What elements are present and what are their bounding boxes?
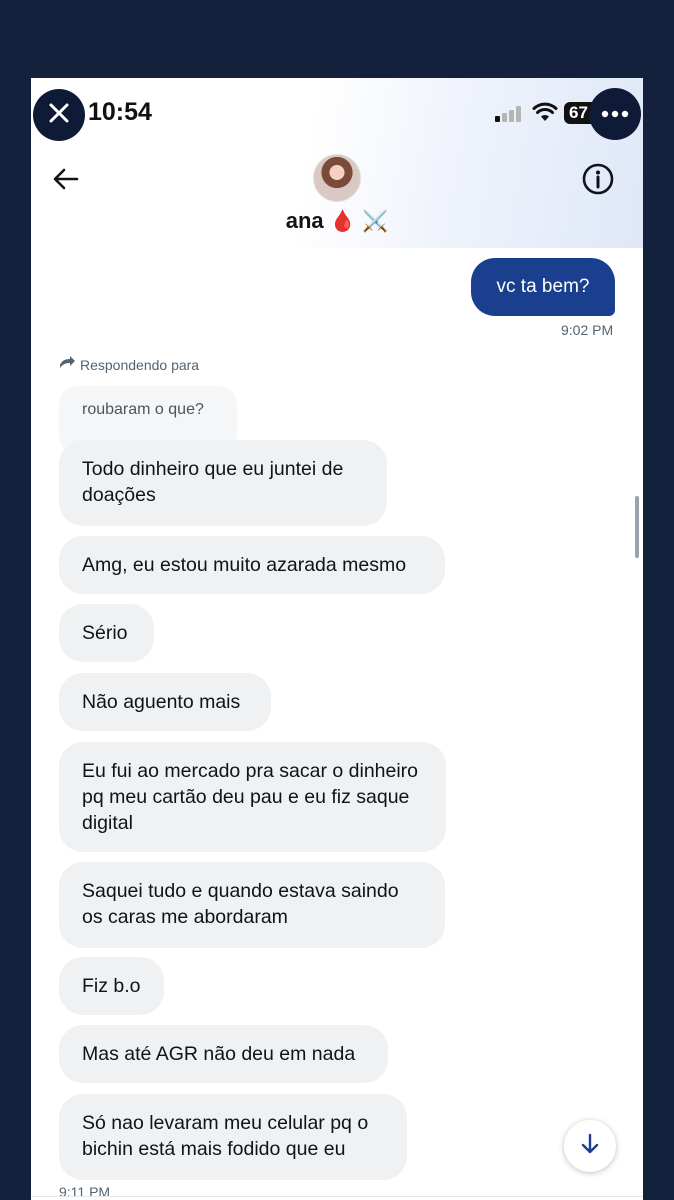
message-timestamp: 9:02 PM (561, 322, 614, 338)
incoming-message[interactable]: Só nao levaram meu celular pq o bichin e… (59, 1094, 407, 1180)
blood-drop-emoji: 🩸 (329, 210, 356, 233)
incoming-message[interactable]: Não aguento mais (59, 673, 271, 731)
dm-screen: 10:54 67 ana 🩸 ⚔️ vc ta bem? 9:02 PM Res… (31, 78, 643, 1200)
incoming-message[interactable]: Sério (59, 604, 154, 662)
incoming-message[interactable]: Eu fui ao mercado pra sacar o dinheiro p… (59, 742, 446, 852)
reply-indicator: Respondendo para (59, 356, 199, 373)
message-timestamp: 9:11 PM (59, 1184, 111, 1200)
status-time: 10:54 (88, 98, 152, 126)
incoming-message[interactable]: Saquei tudo e quando estava saindo os ca… (59, 862, 445, 948)
signal-icon (495, 106, 523, 127)
scrollbar[interactable] (635, 496, 639, 558)
incoming-message[interactable]: Amg, eu estou muito azarada mesmo (59, 536, 445, 594)
info-icon[interactable] (581, 162, 615, 201)
composer-divider (31, 1196, 643, 1197)
incoming-message[interactable]: Mas até AGR não deu em nada (59, 1025, 388, 1083)
contact-name-row[interactable]: ana 🩸 ⚔️ (31, 208, 643, 234)
incoming-message[interactable]: Todo dinheiro que eu juntei de doações (59, 440, 387, 526)
reply-label: Respondendo para (80, 356, 200, 373)
outgoing-message[interactable]: vc ta bem? (471, 258, 615, 316)
crossed-swords-emoji: ⚔️ (362, 210, 389, 233)
contact-avatar[interactable] (313, 154, 361, 202)
more-options-button[interactable] (589, 88, 641, 140)
reply-arrow-icon (59, 356, 76, 373)
scroll-to-bottom-button[interactable] (564, 1120, 616, 1172)
wifi-icon (532, 102, 558, 127)
arrow-down-icon (580, 1133, 600, 1160)
contact-name: ana (285, 208, 324, 233)
close-button[interactable] (33, 89, 85, 141)
back-arrow-icon[interactable] (51, 164, 81, 199)
incoming-message[interactable]: Fiz b.o (59, 957, 164, 1015)
more-icon (601, 105, 629, 123)
close-icon (48, 102, 70, 129)
